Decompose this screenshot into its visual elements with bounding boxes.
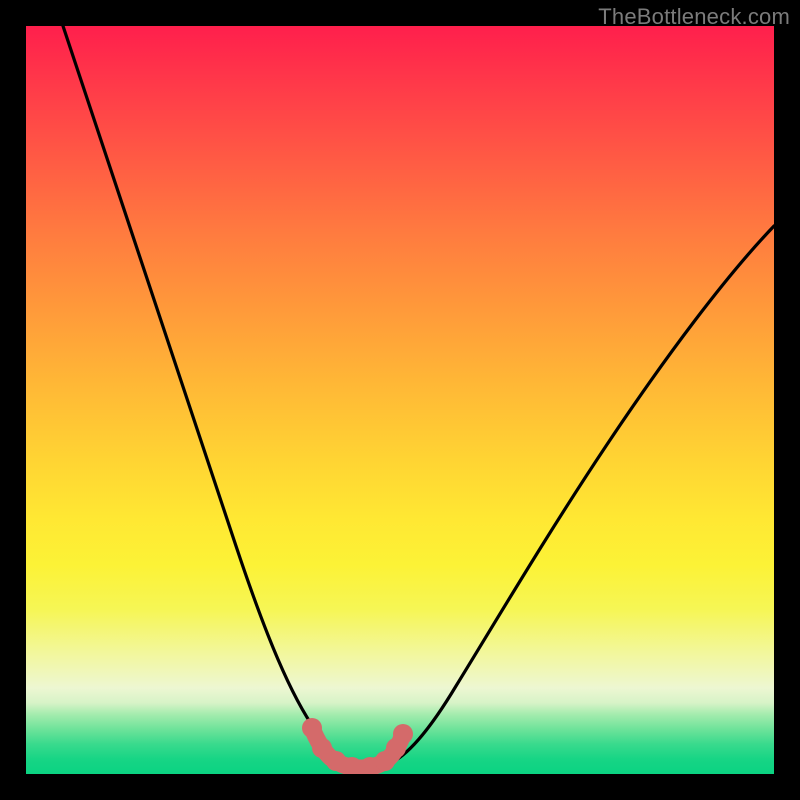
valley-marker-dots <box>302 718 413 774</box>
plot-area <box>26 26 774 774</box>
bottleneck-curve <box>63 26 774 767</box>
chart-frame: TheBottleneck.com <box>0 0 800 800</box>
chart-svg <box>26 26 774 774</box>
